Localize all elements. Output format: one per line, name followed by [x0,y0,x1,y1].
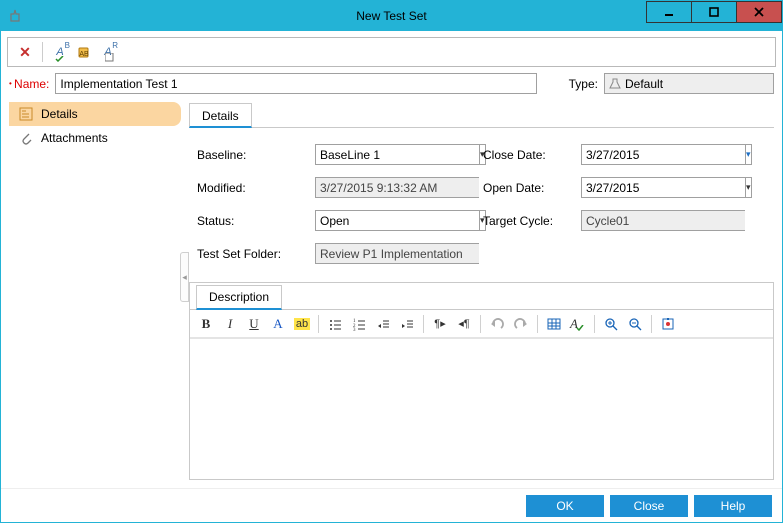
open-date-combo[interactable]: ▾ [581,177,701,198]
details-icon [19,107,33,121]
zoom-in-button[interactable] [601,313,621,335]
main-tabstrip: Details [189,102,774,128]
modified-field [315,177,465,198]
titlebar: New Test Set [1,1,782,31]
open-date-label: Open Date: [483,181,563,195]
chevron-down-icon[interactable]: ▾ [745,177,752,198]
baseline-input[interactable] [315,144,479,165]
insert-button[interactable] [658,313,678,335]
baseline-label: Baseline: [197,148,297,162]
name-input[interactable] [55,73,536,94]
app-icon [7,7,23,23]
paperclip-icon [19,131,33,145]
close-date-combo[interactable]: ▾ [581,144,701,165]
modified-input [315,177,479,198]
status-label: Status: [197,214,297,228]
tab-description[interactable]: Description [196,285,282,310]
window-title: New Test Set [356,9,426,23]
details-form: Baseline: ▾ Close Date: ▾ Modified: Open [197,144,766,264]
rtl-button[interactable]: ◂¶ [454,313,474,335]
ok-button[interactable]: OK [526,495,604,517]
ltr-button[interactable]: ¶▸ [430,313,450,335]
close-date-input[interactable] [581,144,745,165]
collapse-sidebar-handle[interactable]: ◂ [180,252,189,302]
modified-label: Modified: [197,181,297,195]
rte-toolbar: B I U A ab 123 ¶▸ ◂¶ [190,310,773,338]
svg-text:3: 3 [353,328,356,331]
bold-button[interactable]: B [196,313,216,335]
bullet-list-button[interactable] [325,313,345,335]
content-body: ◂ Details Baseline: ▾ Close Date: ▾ [189,102,774,480]
dialog-footer: OK Close Help [1,488,782,522]
target-cycle-field [581,210,701,231]
description-section: Description B I U A ab 123 ¶▸ ◂¶ [189,282,774,480]
test-set-folder-label: Test Set Folder: [197,247,297,261]
tab-details[interactable]: Details [189,103,252,128]
status-combo[interactable]: ▾ [315,210,465,231]
test-set-folder-field [315,243,465,264]
field-options-button[interactable]: AR [97,41,119,63]
clear-button[interactable]: ✕ [14,41,36,63]
open-date-input[interactable] [581,177,745,198]
zoom-out-button[interactable] [625,313,645,335]
svg-text:AB: AB [79,51,89,58]
thesaurus-button[interactable]: AB [73,41,95,63]
underline-button[interactable]: U [244,313,264,335]
close-button[interactable]: Close [610,495,688,517]
toolbar-separator [42,42,43,62]
highlight-button[interactable]: ab [292,313,312,335]
spellcheck-rte-button[interactable]: A [568,313,588,335]
type-display[interactable]: Default [604,73,774,94]
insert-table-button[interactable] [544,313,564,335]
dialog-window: New Test Set ✕ AB AB AR Name: Type: Defa… [0,0,783,523]
chevron-down-icon[interactable]: ▾ [745,144,752,165]
minimize-button[interactable] [646,1,692,23]
sidebar-item-details[interactable]: Details [9,102,181,126]
close-date-label: Close Date: [483,148,563,162]
sidebar: Details Attachments [9,102,181,480]
font-color-button[interactable]: A [268,313,288,335]
sidebar-item-label: Details [41,107,78,121]
spellcheck-button[interactable]: AB [49,41,71,63]
number-list-button[interactable]: 123 [349,313,369,335]
redo-button[interactable] [511,313,531,335]
indent-button[interactable] [397,313,417,335]
target-cycle-label: Target Cycle: [483,214,563,228]
maximize-button[interactable] [691,1,737,23]
name-label: Name: [9,77,49,91]
close-window-button[interactable] [736,1,782,23]
sidebar-item-label: Attachments [41,131,108,145]
baseline-combo[interactable]: ▾ [315,144,465,165]
description-editor[interactable] [190,338,773,479]
type-value: Default [625,77,663,91]
status-input[interactable] [315,210,479,231]
dialog-toolbar: ✕ AB AB AR [7,37,776,67]
window-controls [647,1,782,23]
type-label: Type: [569,77,598,91]
outdent-button[interactable] [373,313,393,335]
undo-button[interactable] [487,313,507,335]
flask-icon [609,78,621,90]
sidebar-item-attachments[interactable]: Attachments [9,126,181,150]
target-cycle-input [581,210,745,231]
help-button[interactable]: Help [694,495,772,517]
italic-button[interactable]: I [220,313,240,335]
test-set-folder-input [315,243,479,264]
name-row: Name: Type: Default [1,71,782,102]
